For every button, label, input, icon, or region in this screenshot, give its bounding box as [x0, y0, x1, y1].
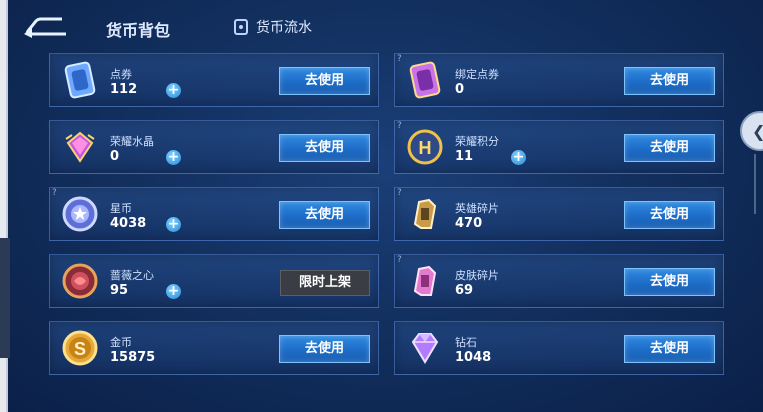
- item-count: 4038: [110, 216, 147, 231]
- ledger-icon: [234, 19, 248, 35]
- currency-card-diamond: 钻石 1048 去使用: [394, 321, 724, 375]
- item-name: 绑定点券: [455, 68, 499, 81]
- currency-card-honor-crystal: 荣耀水晶 0 + 去使用: [49, 120, 379, 174]
- item-name: 星币: [110, 202, 132, 215]
- use-button[interactable]: 去使用: [279, 67, 370, 95]
- help-icon[interactable]: ?: [397, 121, 402, 131]
- help-icon[interactable]: ?: [52, 188, 57, 198]
- chevron-left-icon: ❮: [752, 122, 763, 141]
- left-edge-strip: [0, 238, 10, 358]
- currency-card-hero-fragment: ? 英雄碎片 470 去使用: [394, 187, 724, 241]
- item-name: 皮肤碎片: [455, 269, 499, 282]
- use-button[interactable]: 去使用: [624, 268, 715, 296]
- coupon-icon: [64, 61, 96, 99]
- rose-heart-icon: [62, 263, 98, 299]
- item-name: 蔷薇之心: [110, 269, 154, 282]
- item-count: 11: [455, 149, 474, 164]
- item-name: 荣耀积分: [455, 135, 499, 148]
- diamond-icon: [411, 333, 439, 364]
- currency-card-coupon: 点券 112 + 去使用: [49, 53, 379, 107]
- page-title: 货币背包: [106, 21, 171, 40]
- side-panel-line: [754, 154, 756, 214]
- item-count: 15875: [110, 350, 156, 365]
- skin-fragment-icon: [413, 265, 437, 296]
- item-name: 金币: [110, 336, 132, 349]
- honor-points-letter: H: [419, 138, 432, 158]
- use-button[interactable]: 去使用: [624, 335, 715, 363]
- item-count: 0: [110, 149, 120, 164]
- top-bar: 货币背包 货币流水: [0, 0, 763, 48]
- item-count: 112: [110, 82, 138, 97]
- currency-card-bound-coupon: ? 绑定点券 0 去使用: [394, 53, 724, 107]
- currency-flow-label: 货币流水: [256, 20, 312, 36]
- use-button[interactable]: 去使用: [624, 134, 715, 162]
- limited-time-badge: 限时上架: [280, 270, 370, 296]
- use-button[interactable]: 去使用: [279, 134, 370, 162]
- currency-card-honor-points: ? H 荣耀积分 11 + 去使用: [394, 120, 724, 174]
- help-icon[interactable]: ?: [397, 255, 402, 265]
- use-button[interactable]: 去使用: [624, 67, 715, 95]
- currency-card-rose-heart: 蔷薇之心 95 + 限时上架: [49, 254, 379, 308]
- use-button[interactable]: 去使用: [624, 201, 715, 229]
- item-count: 95: [110, 283, 129, 298]
- add-button[interactable]: +: [166, 150, 181, 165]
- item-count: 1048: [455, 350, 492, 365]
- gold-coin-icon: S: [62, 330, 98, 366]
- use-button[interactable]: 去使用: [279, 201, 370, 229]
- side-panel-toggle[interactable]: ❮: [740, 111, 763, 151]
- crystal-icon: [65, 131, 95, 163]
- help-icon[interactable]: ?: [397, 188, 402, 198]
- back-icon[interactable]: [22, 16, 68, 38]
- item-count: 0: [455, 82, 465, 97]
- honor-points-icon: H: [407, 129, 443, 165]
- item-name: 荣耀水晶: [110, 135, 154, 148]
- hero-fragment-icon: [413, 198, 437, 229]
- currency-card-star-coin: ? 星币 4038 + 去使用: [49, 187, 379, 241]
- star-coin-icon: [62, 196, 98, 232]
- use-button[interactable]: 去使用: [279, 335, 370, 363]
- item-name: 英雄碎片: [455, 202, 499, 215]
- bound-coupon-icon: [409, 61, 441, 99]
- item-count: 69: [455, 283, 474, 298]
- help-icon[interactable]: ?: [397, 54, 402, 64]
- currency-card-skin-fragment: ? 皮肤碎片 69 去使用: [394, 254, 724, 308]
- add-button[interactable]: +: [166, 284, 181, 299]
- item-name: 点券: [110, 68, 132, 81]
- item-name: 钻石: [455, 336, 477, 349]
- currency-flow-button[interactable]: 货币流水: [234, 17, 312, 37]
- add-button[interactable]: +: [511, 150, 526, 165]
- currency-card-gold: S 金币 15875 去使用: [49, 321, 379, 375]
- item-count: 470: [455, 216, 483, 231]
- add-button[interactable]: +: [166, 83, 181, 98]
- add-button[interactable]: +: [166, 217, 181, 232]
- gold-coin-letter: S: [74, 339, 86, 359]
